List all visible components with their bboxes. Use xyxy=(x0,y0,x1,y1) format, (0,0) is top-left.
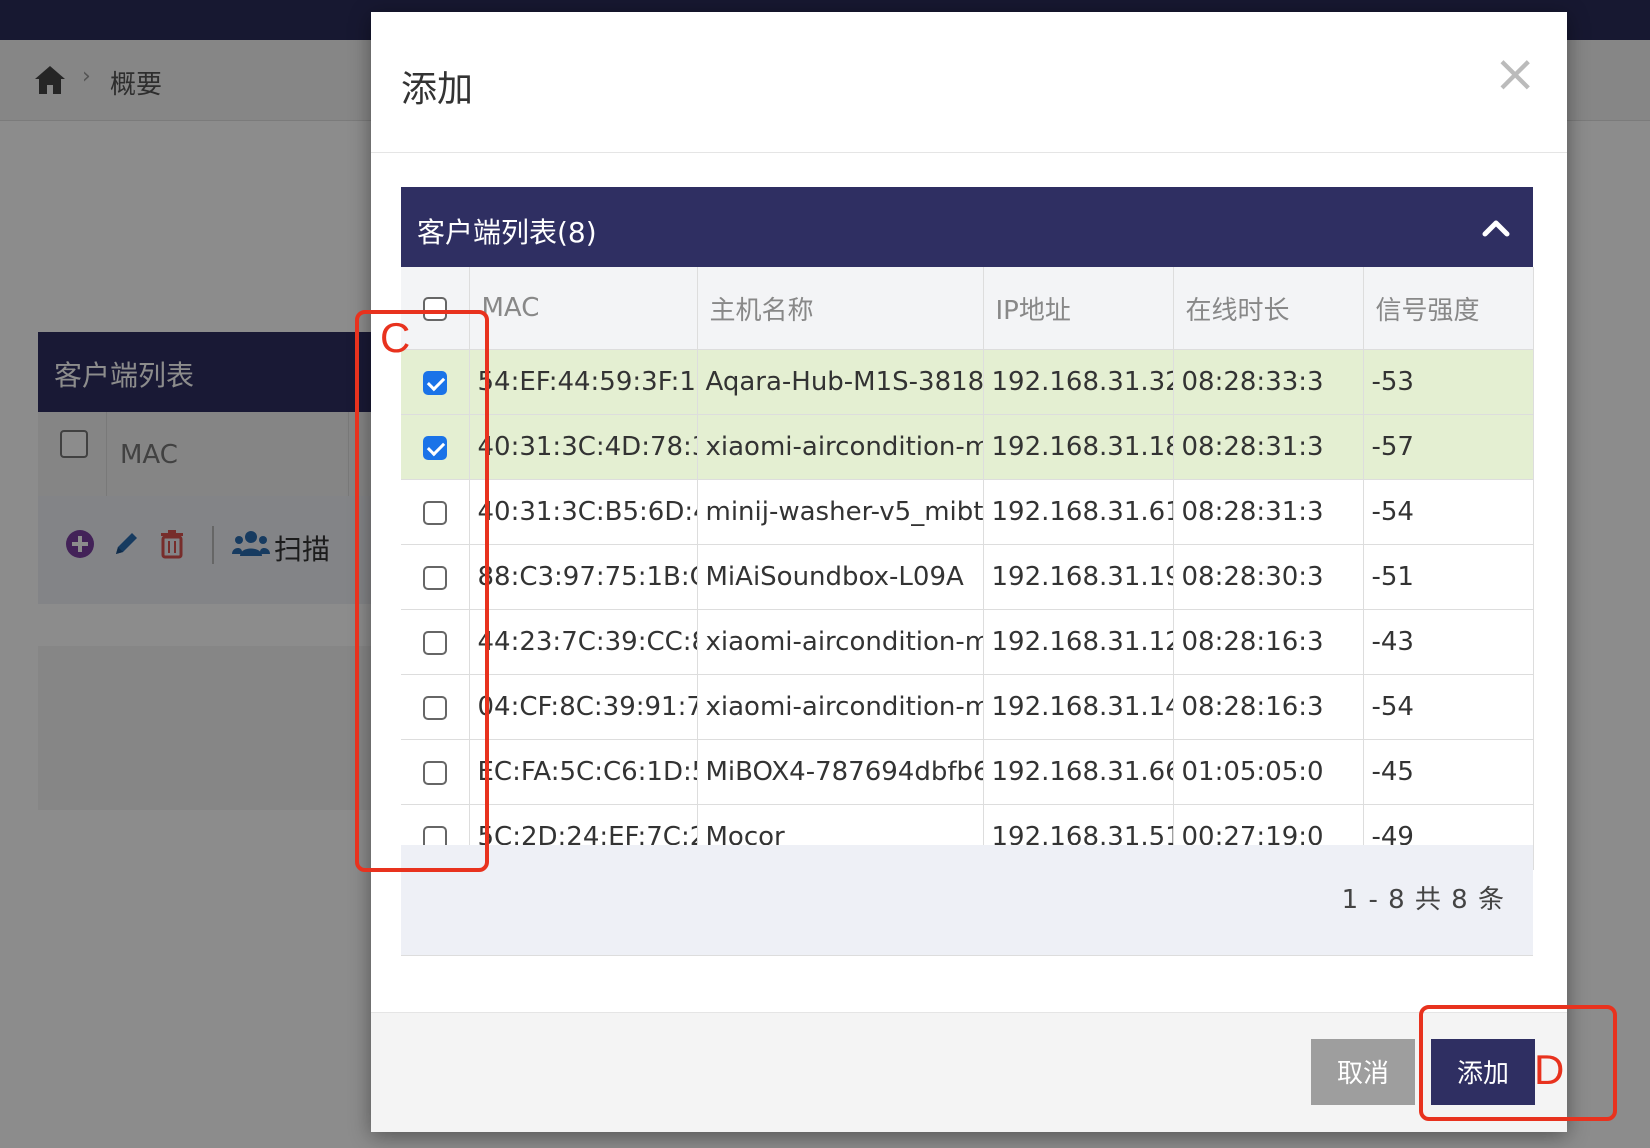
client-list-panel: 客户端列表(8) MAC 主机名称 IP地址 在线时长 信号强度 54:EF:4… xyxy=(401,187,1534,987)
column-header-ip[interactable]: IP地址 xyxy=(983,267,1174,350)
table-row[interactable]: 04:CF:8C:39:91:7Axiaomi-aircondition-ma2… xyxy=(401,674,1534,740)
cell-ip: 192.168.31.128 xyxy=(983,609,1174,675)
cell-ip: 192.168.31.66 xyxy=(983,739,1174,805)
cell-signal: -53 xyxy=(1363,349,1534,415)
cell-signal: -51 xyxy=(1363,544,1534,610)
table-row[interactable]: EC:FA:5C:C6:1D:57MiBOX4-787694dbfb698192… xyxy=(401,739,1534,805)
cell-online-time: 08:28:16:3 xyxy=(1173,674,1364,740)
cell-online-time: 08:28:31:3 xyxy=(1173,414,1364,480)
cell-hostname: Aqara-Hub-M1S-3818 xyxy=(697,349,984,415)
cell-ip: 192.168.31.193 xyxy=(983,544,1174,610)
close-icon[interactable]: × xyxy=(1493,48,1537,100)
cell-mac: 40:31:3C:4D:78:35 xyxy=(469,414,698,480)
table-row[interactable]: 40:31:3C:4D:78:35xiaomi-aircondition-ma2… xyxy=(401,414,1534,480)
cell-hostname: minij-washer-v5_mibt6D xyxy=(697,479,984,545)
cell-hostname: xiaomi-aircondition-ma2 xyxy=(697,414,984,480)
cell-signal: -54 xyxy=(1363,479,1534,545)
cell-online-time: 08:28:30:3 xyxy=(1173,544,1364,610)
cell-ip: 192.168.31.183 xyxy=(983,414,1174,480)
column-header-online-time[interactable]: 在线时长 xyxy=(1173,267,1364,350)
cell-hostname: xiaomi-aircondition-ma2 xyxy=(697,674,984,740)
annotation-label-c: C xyxy=(380,314,411,361)
cell-hostname: MiAiSoundbox-L09A xyxy=(697,544,984,610)
dialog-footer: 取消 添加 xyxy=(371,1013,1567,1132)
cell-signal: -43 xyxy=(1363,609,1534,675)
column-header-hostname[interactable]: 主机名称 xyxy=(697,267,984,350)
chevron-up-icon[interactable] xyxy=(1481,213,1511,243)
cell-online-time: 08:28:16:3 xyxy=(1173,609,1364,675)
cell-online-time: 08:28:31:3 xyxy=(1173,479,1364,545)
column-header-mac[interactable]: MAC xyxy=(469,267,698,350)
dialog-header-divider xyxy=(371,152,1567,153)
cell-mac: 54:EF:44:59:3F:1B xyxy=(469,349,698,415)
cell-ip: 192.168.31.32 xyxy=(983,349,1174,415)
client-list-title: 客户端列表(8) xyxy=(417,216,597,249)
cell-mac: 04:CF:8C:39:91:7A xyxy=(469,674,698,740)
client-table: MAC 主机名称 IP地址 在线时长 信号强度 54:EF:44:59:3F:1… xyxy=(401,267,1534,870)
table-row[interactable]: 44:23:7C:39:CC:89xiaomi-aircondition-ma5… xyxy=(401,609,1534,675)
cell-signal: -57 xyxy=(1363,414,1534,480)
cell-signal: -45 xyxy=(1363,739,1534,805)
cell-mac: 44:23:7C:39:CC:89 xyxy=(469,609,698,675)
pagination-info: 1 - 8 共 8 条 xyxy=(1341,885,1505,915)
cell-online-time: 01:05:05:0 xyxy=(1173,739,1364,805)
annotation-box-c xyxy=(355,310,489,872)
add-dialog: 添加 × 客户端列表(8) MAC 主机名称 IP地址 在线时长 信号强度 54… xyxy=(371,12,1567,1132)
cell-ip: 192.168.31.140 xyxy=(983,674,1174,740)
cell-mac: 40:31:3C:B5:6D:4C xyxy=(469,479,698,545)
pagination-bar: 1 - 8 共 8 条 xyxy=(401,845,1533,956)
table-header-row: MAC 主机名称 IP地址 在线时长 信号强度 xyxy=(401,267,1534,350)
dialog-title: 添加 xyxy=(401,69,474,110)
cancel-button[interactable]: 取消 xyxy=(1311,1039,1415,1105)
table-row[interactable]: 54:EF:44:59:3F:1B Aqara-Hub-M1S-3818 192.1… xyxy=(401,349,1534,415)
cell-hostname: xiaomi-aircondition-ma5 xyxy=(697,609,984,675)
table-row[interactable]: 88:C3:97:75:1B:C0MiAiSoundbox-L09A192.16… xyxy=(401,544,1534,610)
annotation-box-d xyxy=(1419,1005,1617,1121)
cell-mac: EC:FA:5C:C6:1D:57 xyxy=(469,739,698,805)
cell-mac: 88:C3:97:75:1B:C0 xyxy=(469,544,698,610)
table-row[interactable]: 40:31:3C:B5:6D:4Cminij-washer-v5_mibt6D1… xyxy=(401,479,1534,545)
cell-ip: 192.168.31.61 xyxy=(983,479,1174,545)
cell-hostname: MiBOX4-787694dbfb698 xyxy=(697,739,984,805)
client-list-header: 客户端列表(8) xyxy=(401,187,1533,267)
cell-online-time: 08:28:33:3 xyxy=(1173,349,1364,415)
column-header-signal[interactable]: 信号强度 xyxy=(1363,267,1534,350)
annotation-label-d: D xyxy=(1534,1046,1565,1093)
cell-signal: -54 xyxy=(1363,674,1534,740)
